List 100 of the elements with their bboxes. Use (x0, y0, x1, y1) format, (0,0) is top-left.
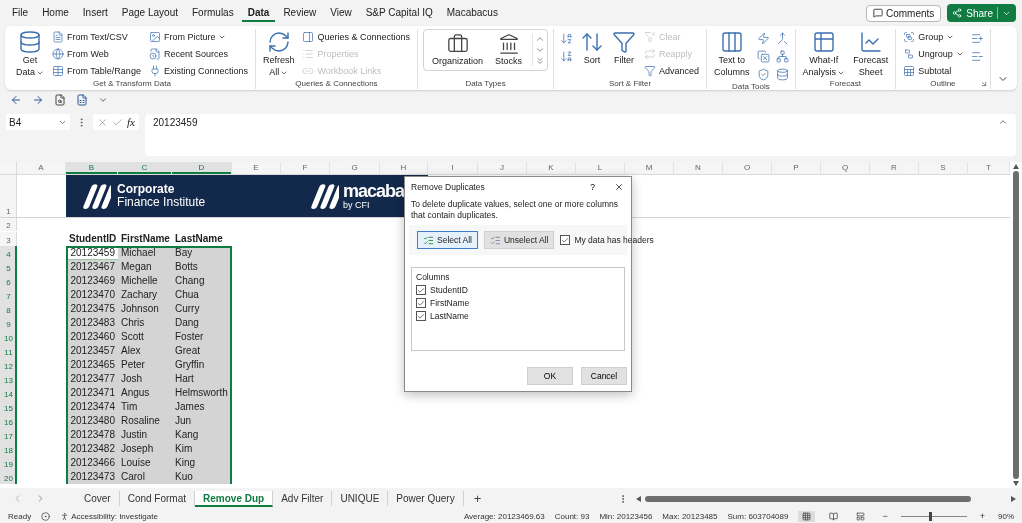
ribbon-icon-button[interactable] (969, 31, 985, 46)
row-header[interactable]: 7 (0, 288, 17, 302)
row-header[interactable]: 1 (0, 175, 17, 217)
ribbon-button[interactable]: Sort (578, 29, 607, 67)
menu-tab[interactable]: Macabacus (440, 4, 504, 22)
menu-tab[interactable]: Formulas (186, 4, 240, 22)
ribbon-icon-button[interactable] (969, 49, 985, 64)
zoom-out-button[interactable]: − (879, 511, 891, 521)
row-header[interactable]: 2 (0, 218, 17, 231)
ribbon-button[interactable]: From Table/Range (50, 63, 143, 79)
row-header[interactable]: 10 (0, 330, 17, 344)
formula-field[interactable]: 20123459 (144, 114, 1016, 156)
scroll-up-icon[interactable] (535, 34, 546, 44)
column-header[interactable]: F (281, 162, 330, 174)
menu-tab[interactable]: Insert (76, 4, 114, 22)
column-header[interactable]: K (527, 162, 576, 174)
row-header[interactable]: 5 (0, 260, 17, 274)
scroll-down-icon[interactable] (535, 45, 546, 55)
ribbon-button[interactable]: Text to Columns (712, 29, 752, 79)
ribbon-icon-button[interactable] (755, 49, 771, 64)
sheet-tab[interactable]: Adv Filter (273, 490, 333, 507)
row-header[interactable]: 17 (0, 428, 17, 442)
ribbon-button[interactable]: Ungroup (901, 46, 966, 62)
menu-tab[interactable]: View (324, 4, 358, 22)
column-header[interactable]: Q (821, 162, 870, 174)
help-button[interactable]: ? (580, 182, 605, 192)
sheet-tab[interactable]: Cover (76, 490, 120, 507)
row-header[interactable]: 3 (0, 232, 17, 246)
column-header[interactable]: M (625, 162, 674, 174)
vertical-scrollbar[interactable] (1010, 162, 1022, 488)
column-header[interactable]: P (772, 162, 821, 174)
share-button[interactable]: Share (947, 4, 1016, 22)
horizontal-scrollbar[interactable] (636, 493, 1016, 504)
data-type-button[interactable]: Stocks (493, 32, 525, 68)
checkbox[interactable] (416, 311, 426, 321)
menu-tab[interactable]: Page Layout (115, 4, 184, 22)
record-icon[interactable] (41, 511, 51, 521)
column-header[interactable]: O (723, 162, 772, 174)
column-header[interactable]: I (428, 162, 478, 174)
arrow-left-icon[interactable] (10, 94, 22, 106)
checkbox[interactable] (416, 298, 426, 308)
sheet-tab[interactable]: UNIQUE (332, 490, 389, 507)
insert-function-button[interactable]: fx (127, 116, 135, 128)
column-header[interactable]: S (919, 162, 968, 174)
ribbon-button[interactable]: Advanced (642, 63, 702, 79)
zoom-in-button[interactable]: + (976, 511, 988, 521)
ribbon-button[interactable]: Queries & Connections (300, 29, 412, 45)
menu-tab[interactable]: Data (241, 4, 276, 22)
ribbon-button[interactable]: Forecast Sheet (851, 29, 891, 79)
ribbon-icon-button[interactable] (755, 31, 771, 46)
row-header[interactable]: 8 (0, 302, 17, 316)
row-header[interactable]: 15 (0, 400, 17, 414)
file-search-icon[interactable] (54, 94, 66, 106)
column-header[interactable]: L (576, 162, 625, 174)
ribbon-button[interactable]: From Web (50, 46, 143, 62)
sheet-tab[interactable]: Remove Dup (195, 490, 274, 507)
comments-button[interactable]: Comments (865, 4, 942, 22)
ribbon-button[interactable]: Group (901, 29, 966, 45)
close-button[interactable] (613, 181, 625, 193)
column-header[interactable]: C (118, 162, 172, 174)
row-header[interactable]: 9 (0, 316, 17, 330)
unselect-all-button[interactable]: Unselect All (483, 231, 555, 249)
row-header[interactable]: 13 (0, 372, 17, 386)
row-header[interactable]: 18 (0, 442, 17, 456)
ribbon-button[interactable]: Get Data (14, 29, 46, 79)
column-header[interactable]: G (330, 162, 380, 174)
collapse-icon[interactable] (998, 117, 1008, 127)
row-header[interactable]: 19 (0, 456, 17, 470)
ribbon-button[interactable]: What-If Analysis (800, 29, 848, 79)
row-header[interactable]: 12 (0, 358, 17, 372)
ribbon-icon-button[interactable] (774, 49, 790, 64)
add-sheet-button[interactable]: + (463, 491, 492, 506)
ribbon-button[interactable]: Existing Connections (146, 63, 250, 79)
data-type-button[interactable]: Organization (430, 32, 486, 68)
column-header[interactable]: D (172, 162, 232, 174)
column-header[interactable]: R (870, 162, 919, 174)
name-box[interactable]: B4 (6, 114, 70, 130)
sheet-tab[interactable]: Power Query (388, 490, 464, 507)
column-header[interactable]: E (232, 162, 281, 174)
check-icon[interactable] (112, 116, 123, 128)
row-header[interactable]: 16 (0, 414, 17, 428)
row-header[interactable]: 14 (0, 386, 17, 400)
cancel-button[interactable]: Cancel (581, 367, 627, 385)
ribbon-button[interactable]: Refresh All (260, 29, 297, 79)
select-all-button[interactable]: Select All (417, 231, 478, 249)
checkbox[interactable] (416, 285, 426, 295)
zoom-thumb[interactable] (929, 511, 933, 521)
menu-tab[interactable]: File (6, 4, 35, 22)
customize-caret-icon[interactable] (98, 95, 108, 105)
row-header[interactable]: 11 (0, 344, 17, 358)
ribbon-button[interactable]: Recent Sources (146, 46, 250, 62)
menu-tab[interactable]: Review (277, 4, 323, 22)
column-header[interactable]: H (380, 162, 428, 174)
column-header[interactable]: J (478, 162, 527, 174)
arrow-right-icon[interactable] (32, 94, 44, 106)
row-header[interactable]: 20 (0, 470, 17, 484)
row-header[interactable]: 4 (0, 246, 17, 260)
checkbox[interactable] (560, 235, 571, 245)
view-button[interactable] (798, 510, 816, 522)
more-icon[interactable] (535, 56, 546, 66)
